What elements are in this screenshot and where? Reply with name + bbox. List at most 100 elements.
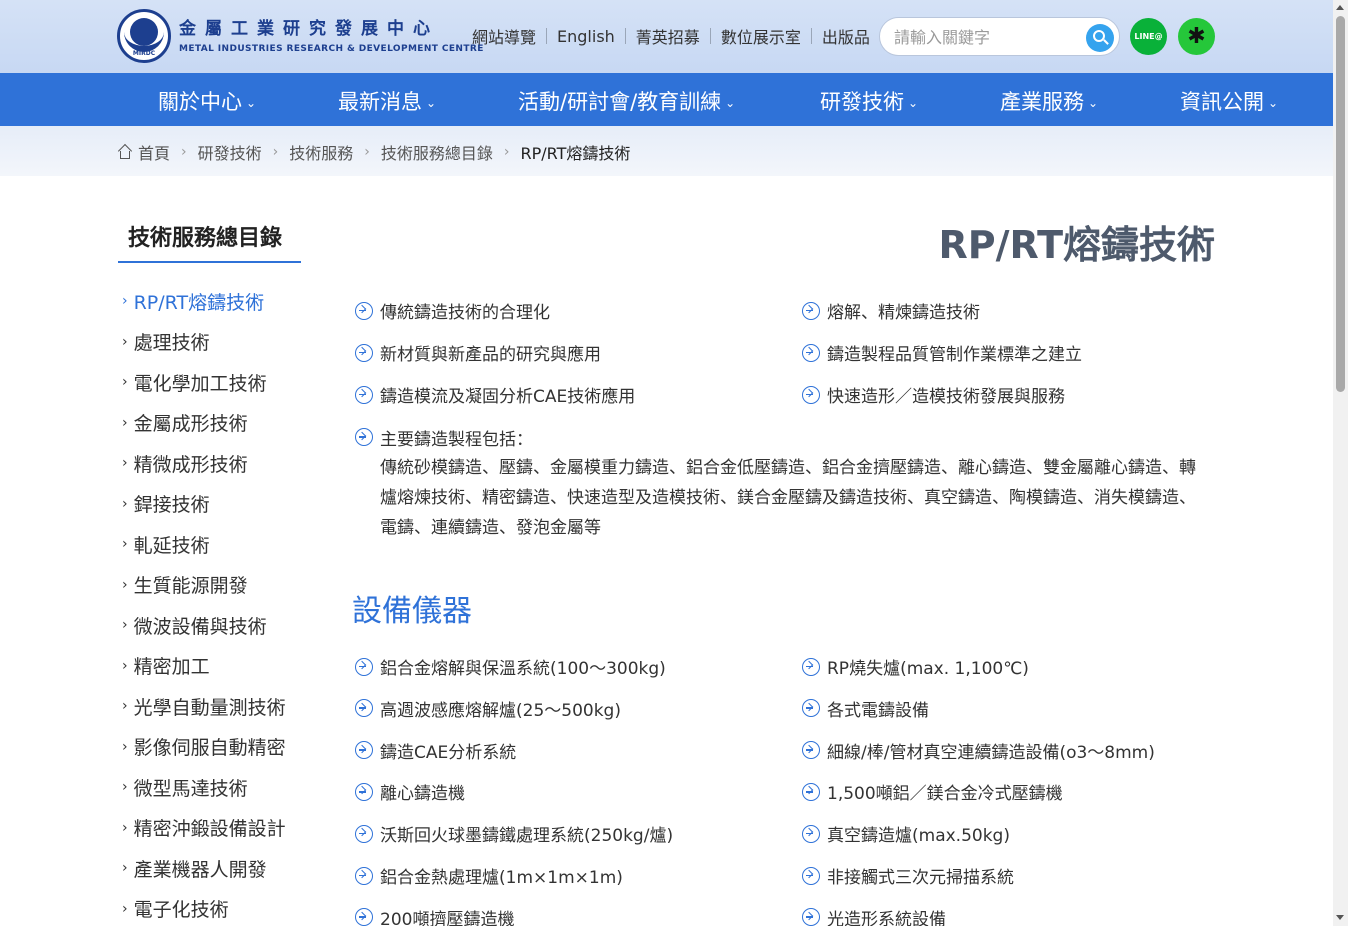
- sidebar-item-label: 電化學加工技術: [133, 372, 267, 395]
- breadcrumb-item-2[interactable]: 技術服務: [289, 140, 353, 164]
- sidebar-item-15[interactable]: › 電子化技術: [122, 889, 322, 926]
- chevron-right-icon: ›: [122, 374, 128, 391]
- list-item-text: 新材質與新產品的研究與應用: [380, 345, 601, 365]
- arrow-circle-icon: [802, 824, 820, 843]
- list-row: 鋁合金熔解與保溫系統(100～300kg) RP燒失爐(max. 1,100℃): [355, 654, 1215, 684]
- chevron-right-icon: ›: [122, 414, 128, 431]
- search-box: [879, 17, 1120, 56]
- breadcrumb-item-3[interactable]: 技術服務總目錄: [381, 140, 493, 164]
- list-item: 200噸擠壓鑄造機: [355, 905, 514, 926]
- sidebar-item-4[interactable]: › 精微成形技術: [122, 443, 322, 484]
- list-row: 鑄造模流及凝固分析CAE技術應用 快速造形／造模技術發展與服務: [355, 382, 1215, 412]
- social-button[interactable]: ✱: [1178, 18, 1215, 55]
- sidebar-item-12[interactable]: › 微型馬達技術: [122, 767, 322, 808]
- processes-heading: 主要鑄造製程包括：: [355, 425, 1215, 450]
- sidebar-item-label: 影像伺服自動精密: [133, 737, 286, 760]
- chevron-right-icon: ›: [122, 617, 128, 634]
- top-links: 網站導覽 English 菁英招募 數位展示室 出版品: [462, 24, 880, 48]
- arrow-circle-icon: [355, 908, 373, 926]
- sidebar-item-1[interactable]: › 處理技術: [122, 322, 322, 363]
- breadcrumb-label: 技術服務: [289, 144, 354, 163]
- sidebar-item-6[interactable]: › 軋延技術: [122, 524, 322, 565]
- nav-item-5[interactable]: 資訊公開 ⌄: [1180, 86, 1278, 116]
- list-item-text: 傳統鑄造技術的合理化: [380, 303, 550, 323]
- logo-emblem-icon: MIRDC: [117, 9, 171, 63]
- list-row: 200噸擠壓鑄造機 光造形系統設備: [355, 905, 1215, 926]
- breadcrumb-item-0[interactable]: 首頁: [117, 140, 171, 164]
- arrow-circle-icon: [355, 782, 373, 801]
- nav-item-3[interactable]: 研發技術 ⌄: [820, 86, 918, 116]
- arrow-circle-icon: [802, 301, 820, 320]
- breadcrumb-item-1[interactable]: 研發技術: [198, 140, 262, 164]
- sidebar-item-5[interactable]: › 銲接技術: [122, 484, 322, 525]
- list-item: 光造形系統設備: [802, 905, 946, 926]
- sidebar-item-label: 生質能源開發: [133, 575, 248, 598]
- search-input[interactable]: [894, 26, 1084, 48]
- sidebar-item-0[interactable]: › RP/RT熔鑄技術: [122, 281, 322, 322]
- sidebar-item-label: 電子化技術: [133, 899, 229, 922]
- main-nav: 關於中心 ⌄ 最新消息 ⌄ 活動/研討會/教育訓練 ⌄ 研發技術 ⌄ 產業服務 ⌄ 資訊公開 ⌄: [0, 73, 1333, 126]
- breadcrumb-label: 首頁: [138, 144, 171, 163]
- breadcrumb-separator-icon: ›: [181, 144, 187, 160]
- top-link-1[interactable]: English: [547, 27, 625, 46]
- line-button[interactable]: LINE@: [1130, 18, 1167, 55]
- scroll-up-arrow-icon[interactable]: [1336, 5, 1344, 10]
- nav-item-2[interactable]: 活動/研討會/教育訓練 ⌄: [518, 86, 735, 116]
- sidebar-item-14[interactable]: › 產業機器人開發: [122, 848, 322, 889]
- scrollbar-thumb[interactable]: [1336, 16, 1345, 392]
- sidebar-item-label: 精密沖鍛設備設計: [133, 818, 286, 841]
- top-link-0[interactable]: 網站導覽: [462, 24, 546, 48]
- list-item-text: 快速造形／造模技術發展與服務: [827, 387, 1065, 407]
- nav-item-label: 最新消息: [338, 90, 422, 114]
- processes-text: 傳統砂模鑄造、壓鑄、金屬模重力鑄造、鋁合金低壓鑄造、鋁合金擠壓鑄造、離心鑄造、雙…: [380, 458, 1196, 538]
- sidebar-item-label: 軋延技術: [133, 534, 210, 557]
- site-logo[interactable]: MIRDC 金屬工業研究發展中心 METAL INDUSTRIES RESEAR…: [117, 9, 484, 63]
- list-row: 沃斯回火球墨鑄鐵處理系統(250kg/爐) 真空鑄造爐(max.50kg): [355, 821, 1215, 851]
- top-link-4[interactable]: 出版品: [812, 24, 880, 48]
- breadcrumb-item-4: RP/RT熔鑄技術: [521, 140, 631, 164]
- breadcrumb: 首頁 › 研發技術 › 技術服務 › 技術服務總目錄 › RP/RT熔鑄技術: [117, 140, 631, 164]
- page-scrollbar[interactable]: [1333, 0, 1348, 926]
- list-item-text: 鋁合金熔解與保溫系統(100～300kg): [380, 659, 666, 679]
- breadcrumb-label: RP/RT熔鑄技術: [520, 144, 631, 163]
- list-item-text: 鑄造模流及凝固分析CAE技術應用: [380, 387, 636, 407]
- list-item: 1,500噸鋁／鎂合金冷式壓鑄機: [802, 779, 1063, 804]
- scroll-down-arrow-icon[interactable]: [1336, 915, 1344, 920]
- nav-item-label: 活動/研討會/教育訓練: [518, 90, 722, 114]
- nav-item-label: 資訊公開: [1180, 90, 1264, 114]
- sidebar-item-9[interactable]: › 精密加工: [122, 646, 322, 687]
- breadcrumb-separator-icon: ›: [364, 144, 370, 160]
- arrow-circle-icon: [355, 343, 373, 362]
- search-button[interactable]: [1086, 24, 1114, 52]
- breadcrumb-separator-icon: ›: [272, 144, 279, 160]
- nav-item-1[interactable]: 最新消息 ⌄: [338, 86, 436, 116]
- sidebar-item-8[interactable]: › 微波設備與技術: [122, 605, 322, 646]
- sidebar-item-10[interactable]: › 光學自動量測技術: [122, 686, 322, 727]
- sidebar-title: 技術服務總目錄: [118, 220, 301, 263]
- top-link-2[interactable]: 菁英招募: [626, 24, 710, 48]
- list-item: 真空鑄造爐(max.50kg): [802, 821, 1010, 846]
- chevron-down-icon: ⌄: [908, 96, 919, 110]
- arrow-circle-icon: [355, 699, 373, 718]
- arrow-circle-icon: [355, 385, 373, 404]
- list-item-text: 沃斯回火球墨鑄鐵處理系統(250kg/爐): [380, 826, 674, 847]
- sidebar-item-7[interactable]: › 生質能源開發: [122, 565, 322, 606]
- chevron-right-icon: ›: [122, 698, 128, 715]
- top-link-3[interactable]: 數位展示室: [711, 24, 811, 48]
- chevron-right-icon: ›: [122, 860, 128, 877]
- list-item-text: 各式電鑄設備: [827, 700, 929, 721]
- nav-item-0[interactable]: 關於中心 ⌄: [158, 86, 256, 116]
- asterisk-icon: ✱: [1187, 24, 1206, 49]
- chevron-right-icon: ›: [122, 536, 128, 553]
- sidebar-item-label: 微型馬達技術: [133, 777, 248, 800]
- sidebar-item-2[interactable]: › 電化學加工技術: [122, 362, 322, 403]
- chevron-down-icon: ⌄: [246, 96, 257, 110]
- sidebar-item-3[interactable]: › 金屬成形技術: [122, 403, 322, 444]
- sidebar-item-11[interactable]: › 影像伺服自動精密: [122, 727, 322, 768]
- breadcrumb-label: 研發技術: [197, 144, 262, 163]
- list-row: 離心鑄造機 1,500噸鋁／鎂合金冷式壓鑄機: [355, 779, 1215, 809]
- list-item: 鋁合金熔解與保溫系統(100～300kg): [355, 654, 666, 679]
- equipment-title: 設備儀器: [352, 594, 472, 629]
- nav-item-4[interactable]: 產業服務 ⌄: [1000, 86, 1098, 116]
- sidebar-item-13[interactable]: › 精密沖鍛設備設計: [122, 808, 322, 849]
